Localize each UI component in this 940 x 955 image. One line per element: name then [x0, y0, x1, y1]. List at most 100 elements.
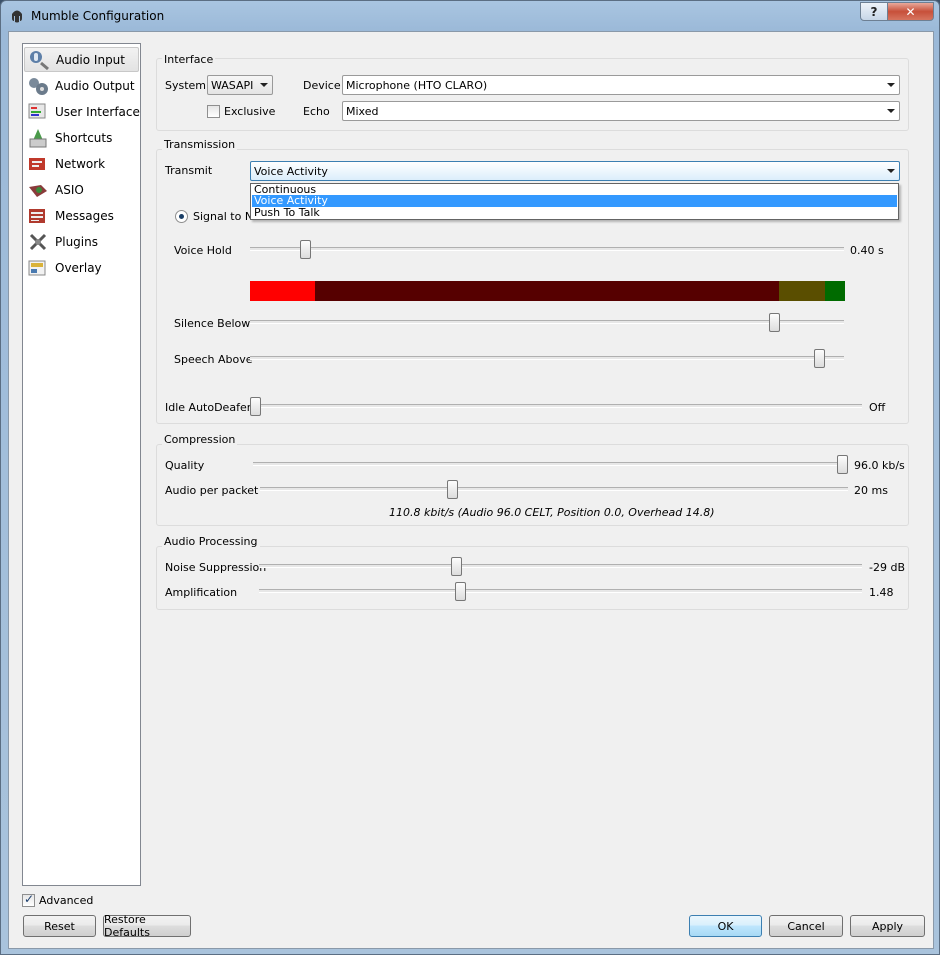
- audio-processing-group: [156, 546, 909, 610]
- sidebar-item-label: User Interface: [55, 104, 140, 119]
- silence-below-slider-thumb[interactable]: [769, 313, 780, 332]
- sidebar-item-label: Audio Output: [55, 78, 135, 93]
- close-button[interactable]: ✕: [887, 2, 934, 21]
- audio-input-icon: [30, 50, 49, 70]
- voice-hold-label: Voice Hold: [174, 244, 232, 257]
- transmit-label: Transmit: [165, 164, 213, 177]
- chevron-down-icon: [887, 169, 895, 173]
- meter-speech-zone: [825, 281, 845, 301]
- close-icon: ✕: [905, 4, 916, 19]
- transmit-dropdown-list: Continuous Voice Activity Push To Talk: [250, 183, 899, 220]
- amplification-slider-track[interactable]: [259, 589, 862, 593]
- quality-slider-thumb[interactable]: [837, 455, 848, 474]
- noise-suppression-label: Noise Suppression: [165, 561, 267, 574]
- silence-below-slider-track[interactable]: [250, 320, 844, 324]
- amplification-value: 1.48: [869, 586, 894, 599]
- speech-above-label: Speech Above: [174, 353, 253, 366]
- amplification-slider-thumb[interactable]: [455, 582, 466, 601]
- sidebar-item-user-interface[interactable]: User Interface: [24, 99, 140, 124]
- sidebar-item-messages[interactable]: Messages: [24, 203, 139, 228]
- sidebar-item-label: Overlay: [55, 260, 102, 275]
- idle-autodeafen-slider-thumb[interactable]: [250, 397, 261, 416]
- title-bar[interactable]: Mumble Configuration ? ✕: [1, 1, 939, 31]
- transmit-option-push-to-talk[interactable]: Push To Talk: [252, 207, 897, 219]
- audio-per-packet-slider-track[interactable]: [260, 487, 848, 491]
- noise-suppression-slider-track[interactable]: [259, 564, 862, 568]
- transmission-group-title: Transmission: [162, 138, 238, 151]
- voice-hold-slider-thumb[interactable]: [300, 240, 311, 259]
- reset-button[interactable]: Reset: [23, 915, 96, 937]
- noise-suppression-slider-thumb[interactable]: [451, 557, 462, 576]
- asio-icon: [29, 184, 47, 197]
- sidebar-item-asio[interactable]: ASIO: [24, 177, 139, 202]
- audio-processing-group-title: Audio Processing: [162, 535, 260, 548]
- interface-group-title: Interface: [162, 53, 216, 66]
- cancel-button[interactable]: Cancel: [769, 915, 843, 937]
- system-label: System: [165, 79, 207, 92]
- compression-group-title: Compression: [162, 433, 238, 446]
- quality-label: Quality: [165, 459, 205, 472]
- shortcuts-icon: [29, 128, 47, 147]
- window-title: Mumble Configuration: [31, 9, 165, 23]
- sidebar-item-label: Messages: [55, 208, 114, 223]
- sidebar-item-shortcuts[interactable]: Shortcuts: [24, 125, 139, 150]
- silence-below-label: Silence Below: [174, 317, 251, 330]
- chevron-down-icon: [887, 83, 895, 87]
- transmit-select-value: Voice Activity: [254, 164, 328, 178]
- sidebar-item-label: Network: [55, 156, 106, 171]
- echo-select[interactable]: Mixed: [342, 101, 900, 121]
- device-label: Device: [303, 79, 341, 92]
- voice-hold-slider-track[interactable]: [250, 247, 844, 251]
- plugins-icon: [29, 233, 47, 250]
- user-interface-icon: [28, 103, 46, 118]
- meter-current-level: [250, 281, 315, 301]
- apply-button[interactable]: Apply: [850, 915, 925, 937]
- sidebar-item-audio-input[interactable]: Audio Input: [24, 47, 139, 72]
- meter-between-zone: [779, 281, 825, 301]
- audio-per-packet-label: Audio per packet: [165, 484, 259, 497]
- meter-silence-zone: [315, 281, 779, 301]
- restore-defaults-button[interactable]: Restore Defaults: [103, 913, 191, 939]
- quality-value: 96.0 kb/s: [854, 459, 905, 472]
- mumble-config-window: Mumble Configuration ? ✕ Audio Input Aud…: [0, 0, 940, 955]
- category-list: Audio Input Audio Output User Interface …: [22, 43, 141, 886]
- mumble-app-icon: [12, 10, 22, 23]
- sidebar-item-label: Audio Input: [56, 52, 125, 67]
- signal-to-noise-radio[interactable]: [175, 210, 188, 223]
- exclusive-checkbox[interactable]: [207, 105, 220, 118]
- transmit-option-voice-activity[interactable]: Voice Activity: [252, 195, 897, 207]
- speech-above-slider-track[interactable]: [250, 356, 844, 360]
- sidebar-item-overlay[interactable]: Overlay: [24, 255, 139, 280]
- ok-button[interactable]: OK: [689, 915, 762, 937]
- chevron-down-icon: [260, 83, 268, 87]
- speech-above-slider-thumb[interactable]: [814, 349, 825, 368]
- help-button[interactable]: ?: [860, 2, 888, 21]
- noise-suppression-value: -29 dB: [869, 561, 905, 574]
- audio-output-icon: [29, 77, 48, 95]
- audio-per-packet-slider-thumb[interactable]: [447, 480, 458, 499]
- sidebar-item-label: Shortcuts: [55, 130, 113, 145]
- sidebar-item-plugins[interactable]: Plugins: [24, 229, 139, 254]
- voice-hold-value: 0.40 s: [850, 244, 884, 257]
- exclusive-label: Exclusive: [224, 105, 276, 118]
- idle-autodeafen-slider-track[interactable]: [250, 404, 862, 408]
- device-select[interactable]: Microphone (HTO CLARO): [342, 75, 900, 95]
- system-select-value: WASAPI: [211, 78, 254, 92]
- sidebar-item-network[interactable]: Network: [24, 151, 139, 176]
- sidebar-item-audio-output[interactable]: Audio Output: [24, 73, 139, 98]
- amplification-label: Amplification: [165, 586, 238, 599]
- network-icon: [29, 157, 45, 170]
- dialog-client-area: Audio Input Audio Output User Interface …: [8, 31, 934, 949]
- device-select-value: Microphone (HTO CLARO): [346, 78, 488, 92]
- transmit-select[interactable]: Voice Activity: [250, 161, 900, 181]
- sidebar-item-label: Plugins: [55, 234, 98, 249]
- advanced-checkbox[interactable]: [22, 892, 35, 907]
- system-select[interactable]: WASAPI: [207, 75, 273, 95]
- quality-slider-track[interactable]: [253, 462, 848, 466]
- sidebar-item-label: ASIO: [55, 182, 84, 197]
- advanced-label: Advanced: [39, 894, 94, 907]
- bitrate-summary: 110.8 kbit/s (Audio 96.0 CELT, Position …: [389, 506, 715, 519]
- overlay-icon: [28, 260, 46, 275]
- echo-select-value: Mixed: [346, 104, 379, 118]
- messages-icon: [29, 208, 45, 223]
